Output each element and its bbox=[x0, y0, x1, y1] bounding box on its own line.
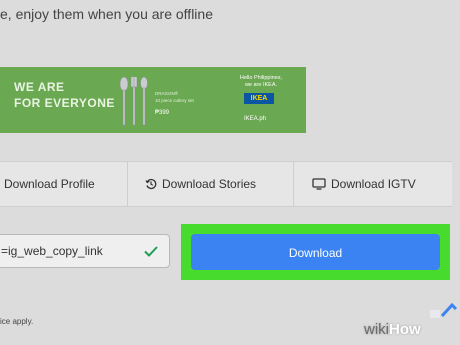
watermark-how: How bbox=[389, 321, 421, 338]
ikea-logo: IKEA bbox=[244, 93, 274, 104]
download-button-highlight: Download bbox=[181, 224, 450, 280]
watermark-wiki: wiki bbox=[364, 321, 389, 338]
ad-site: IKEA.ph bbox=[244, 116, 267, 122]
ad-greeting-line-1: Hello Philippines, bbox=[239, 75, 283, 81]
check-icon bbox=[144, 246, 158, 257]
ad-headline-2: FOR EVERYONE bbox=[14, 96, 115, 110]
history-icon bbox=[145, 178, 157, 190]
terms-footnote: ice apply. bbox=[0, 317, 34, 326]
tab-download-profile[interactable]: Download Profile bbox=[4, 162, 95, 206]
link-input[interactable]: =ig_web_copy_link bbox=[0, 234, 170, 268]
ad-price: ₱399 bbox=[155, 110, 170, 116]
page-tagline: e, enjoy them when you are offline bbox=[0, 6, 213, 22]
wikihow-watermark: wikiHow bbox=[364, 321, 421, 338]
ad-banner[interactable]: WE ARE FOR EVERYONE DRAGON® 10 piece cut… bbox=[0, 67, 306, 133]
ad-headline-1: WE ARE bbox=[14, 80, 65, 94]
tab-download-stories[interactable]: Download Stories bbox=[145, 162, 256, 206]
link-input-value: =ig_web_copy_link bbox=[1, 244, 103, 258]
ad-greeting-line-2: we are IKEA. bbox=[244, 82, 278, 88]
tab-divider bbox=[293, 162, 294, 206]
download-button[interactable]: Download bbox=[191, 234, 440, 270]
tab-label: Download Stories bbox=[162, 177, 257, 191]
tab-download-igtv[interactable]: Download IGTV bbox=[312, 162, 416, 206]
tab-label: Download IGTV bbox=[331, 177, 416, 191]
tab-divider bbox=[127, 162, 128, 206]
ad-greeting: Hello Philippines, we are IKEA. bbox=[226, 75, 296, 89]
tab-label: Download Profile bbox=[4, 177, 95, 191]
monitor-icon bbox=[312, 178, 326, 190]
ad-product-desc: 10 piece cutlery set bbox=[155, 98, 194, 103]
scroll-top-icon[interactable] bbox=[416, 300, 460, 320]
download-tabs: Download Profile Download Stories Downlo… bbox=[0, 161, 452, 207]
ad-product-name: DRAGON® bbox=[155, 91, 179, 96]
cutlery-icon bbox=[119, 76, 148, 126]
